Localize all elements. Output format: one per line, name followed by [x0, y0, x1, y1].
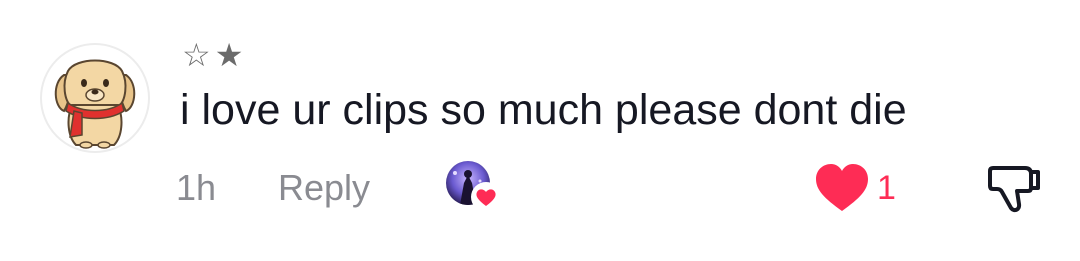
like-count: 1 — [877, 169, 896, 207]
timestamp: 1h — [176, 167, 217, 208]
comment-item: ☆★ i love ur clips so much please dont d… — [0, 0, 1080, 261]
comment-text: i love ur clips so much please dont die — [180, 86, 907, 134]
dislike-button[interactable] — [985, 160, 1043, 216]
thumbs-down-icon — [988, 166, 1040, 213]
heart-badge-icon — [470, 181, 502, 213]
username[interactable]: ☆★ — [182, 35, 247, 75]
like-button[interactable] — [812, 162, 872, 214]
dog-avatar-icon — [54, 59, 136, 149]
creator-liked-badge — [440, 157, 502, 215]
heart-icon — [816, 164, 868, 211]
reply-button[interactable]: Reply — [278, 166, 370, 210]
user-avatar[interactable] — [40, 43, 150, 153]
